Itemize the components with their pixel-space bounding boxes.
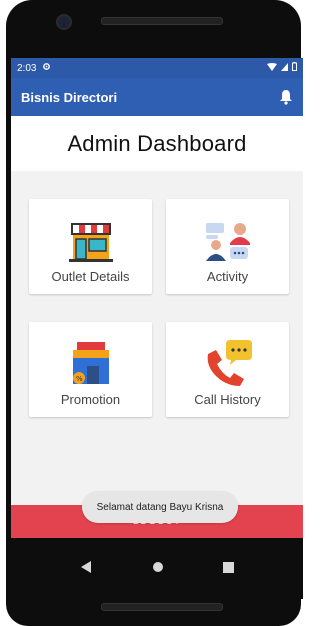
dashboard-header: Admin Dashboard — [11, 116, 303, 171]
android-nav-bar — [11, 538, 303, 599]
earpiece-speaker — [101, 17, 223, 25]
page-title: Admin Dashboard — [67, 130, 247, 156]
call-history-label: Call History — [194, 392, 261, 407]
signal-icon — [281, 62, 288, 74]
status-bar: 2:03 — [11, 58, 303, 78]
promotion-card[interactable]: % Promotion — [29, 322, 152, 417]
outlet-details-label: Outlet Details — [51, 269, 130, 284]
battery-icon — [292, 62, 297, 74]
wifi-icon — [267, 62, 277, 74]
store-icon — [67, 219, 115, 263]
phone-chat-icon — [202, 340, 254, 386]
svg-text:%: % — [76, 375, 83, 383]
promotion-label: Promotion — [60, 392, 121, 407]
call-history-card[interactable]: Call History — [166, 322, 289, 417]
promo-shop-icon: % — [67, 340, 115, 386]
welcome-toast: Selamat datang Bayu Krisna — [82, 491, 238, 523]
activity-label: Activity — [206, 269, 249, 284]
outlet-details-card[interactable]: Outlet Details — [29, 199, 152, 294]
recents-icon[interactable] — [222, 560, 234, 578]
app-bar: Bisnis Directori — [11, 78, 303, 116]
back-icon[interactable] — [80, 560, 93, 578]
status-time: 2:03 — [17, 62, 37, 74]
notification-bell-icon[interactable] — [279, 89, 293, 105]
home-icon[interactable] — [152, 560, 164, 578]
camera-icon — [56, 14, 72, 30]
activity-card[interactable]: Activity — [166, 199, 289, 294]
bottom-speaker — [101, 603, 223, 611]
people-chat-icon — [202, 217, 254, 263]
settings-icon — [42, 62, 51, 74]
app-title: Bisnis Directori — [21, 89, 118, 105]
app-screen: 2:03 Bisnis Directori Admin Dashboard Ou… — [11, 58, 303, 599]
